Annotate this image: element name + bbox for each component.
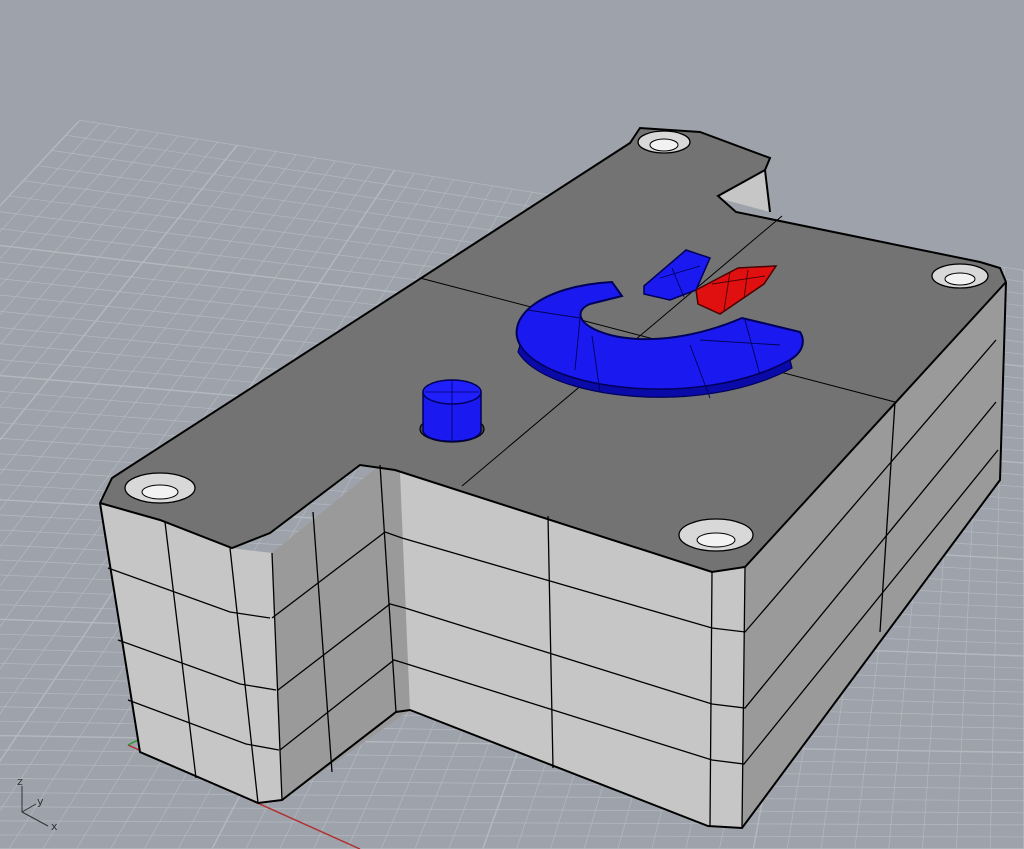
gizmo-z-label: z (17, 775, 23, 788)
rhino-perspective-viewport[interactable]: z y x (0, 0, 1024, 849)
cylinder-peg-part[interactable] (419, 379, 485, 443)
gizmo-y-label: y (37, 795, 44, 808)
screw-hole-back[interactable] (637, 130, 691, 154)
viewport-canvas[interactable]: z y x (0, 0, 1024, 849)
screw-hole-left[interactable] (124, 472, 196, 504)
screw-hole-right[interactable] (931, 263, 989, 289)
screw-hole-front[interactable] (678, 518, 754, 552)
gizmo-x-label: x (51, 820, 58, 833)
